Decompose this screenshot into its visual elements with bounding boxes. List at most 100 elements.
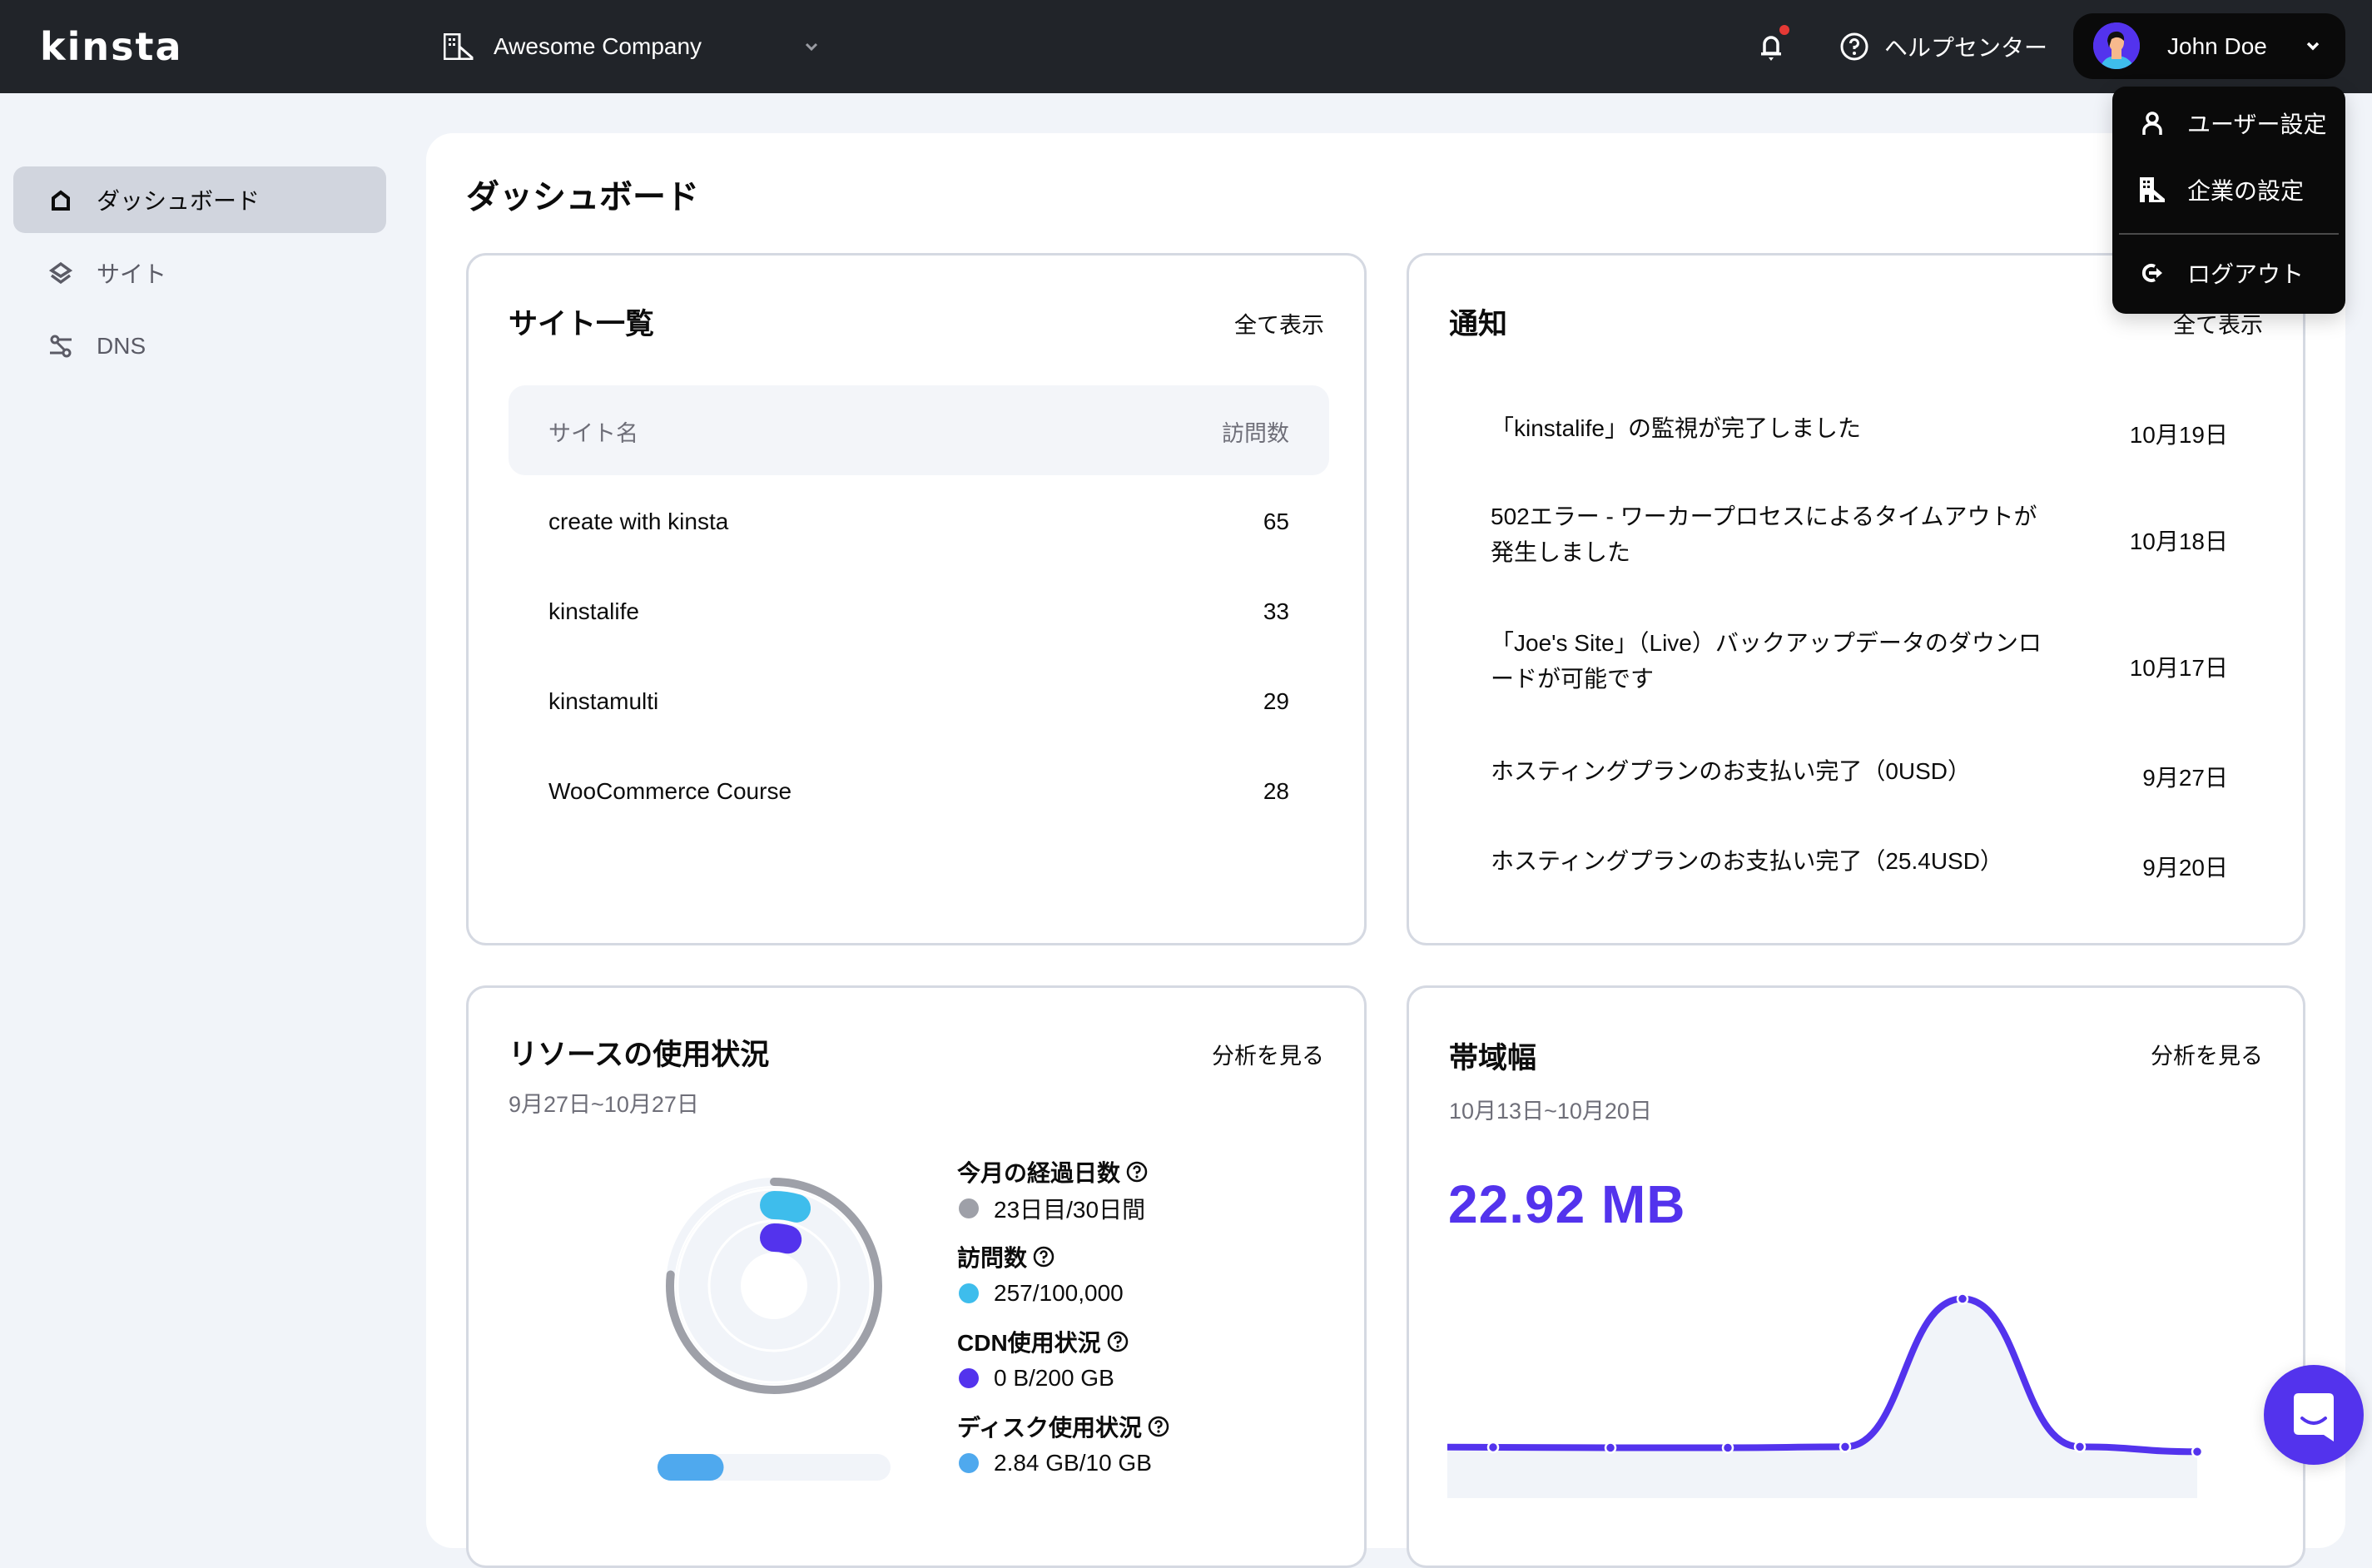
- view-bandwidth-analytics-link[interactable]: 分析を見る: [2151, 1038, 2263, 1070]
- site-visits: 33: [1263, 598, 1289, 624]
- bandwidth-point: [2073, 1441, 2087, 1453]
- notification-date: 9月27日: [2142, 765, 2228, 791]
- notification-date: 10月19日: [2129, 422, 2228, 448]
- sidebar-item-dns[interactable]: DNS: [13, 313, 386, 380]
- bandwidth-point: [2191, 1446, 2204, 1458]
- chat-icon: [2294, 1393, 2334, 1441]
- column-header-visits: 訪問数: [1222, 421, 1289, 446]
- user-dropdown-menu: ユーザー設定 企業の設定 ログアウト: [2112, 87, 2345, 314]
- building-icon: [2140, 177, 2165, 202]
- layers-icon: [48, 261, 73, 285]
- help-circle-icon[interactable]: [1032, 1245, 1055, 1268]
- notification-item[interactable]: ホスティングプランのお支払い完了（25.4USD） 9月20日: [1449, 843, 2270, 893]
- notification-text: 「Joe's Site」（Live）バックアップデータのダウンロードが可能です: [1491, 630, 2042, 692]
- bandwidth-period: 10月13日~10月20日: [1449, 1099, 1652, 1124]
- site-name: kinstalife: [548, 598, 639, 624]
- notification-text: 502エラー - ワーカープロセスによるタイムアウトが発生しました: [1491, 504, 2037, 565]
- bandwidth-card-title: 帯域幅: [1449, 1042, 1537, 1074]
- kinsta-logo[interactable]: kinsta: [40, 23, 183, 70]
- help-circle-icon[interactable]: [1125, 1160, 1149, 1183]
- notification-date: 10月17日: [2129, 655, 2228, 681]
- bandwidth-point: [1486, 1441, 1500, 1454]
- notification-item[interactable]: 502エラー - ワーカープロセスによるタイムアウトが発生しました 10月18日: [1449, 499, 2270, 573]
- notification-item[interactable]: 「kinstalife」の監視が完了しました 10月19日: [1449, 410, 2270, 460]
- legend-disk: ディスク使用状況 2.84 GB/10 GB: [957, 1410, 1170, 1481]
- notification-item[interactable]: ホスティングプランのお支払い完了（0USD） 9月27日: [1449, 753, 2270, 803]
- sidebar-item-dashboard[interactable]: ダッシュボード: [13, 166, 386, 233]
- help-circle-icon: [1840, 32, 1868, 61]
- site-name: kinstamulti: [548, 688, 659, 714]
- user-menu-button[interactable]: John Doe: [2073, 13, 2345, 79]
- disk-bar-fill: [658, 1454, 724, 1481]
- notification-date: 10月18日: [2129, 528, 2228, 554]
- chevron-down-icon: [805, 42, 818, 52]
- resource-usage-card: リソースの使用状況 分析を見る 9月27日~10月27日: [466, 985, 1367, 1568]
- notification-item[interactable]: 「Joe's Site」（Live）バックアップデータのダウンロードが可能です …: [1449, 625, 2270, 700]
- sidebar-item-sites[interactable]: サイト: [13, 240, 386, 306]
- site-visits: 29: [1263, 688, 1289, 714]
- help-center-label: ヘルプセンター: [1884, 35, 2048, 61]
- resource-card-title: リソースの使用状況: [509, 1039, 770, 1071]
- sites-table-header: サイト名 訪問数: [509, 385, 1329, 475]
- building-icon: [444, 33, 474, 60]
- menu-item-user-settings[interactable]: ユーザー設定: [2112, 98, 2345, 148]
- table-row[interactable]: kinstamulti 29: [509, 655, 1329, 745]
- bandwidth-total: 22.92 MB: [1448, 1174, 1686, 1234]
- notifications-card: 通知 全て表示 「kinstalife」の監視が完了しました 10月19日 50…: [1407, 253, 2305, 945]
- legend-cdn: CDN使用状況 0 B/200 GB: [957, 1325, 1170, 1397]
- menu-item-company-settings[interactable]: 企業の設定: [2112, 165, 2345, 215]
- usage-legend: 今月の経過日数 23日目/30日間 訪問数 257/100,000 CDN使用状…: [957, 1155, 1170, 1481]
- bandwidth-point: [1839, 1441, 1852, 1453]
- top-bar: kinsta Awesome Company ヘルプセンター John Doe: [0, 0, 2372, 93]
- legend-days: 今月の経過日数 23日目/30日間: [957, 1155, 1170, 1227]
- view-all-sites-link[interactable]: 全て表示: [1234, 307, 1324, 340]
- logout-icon: [2141, 264, 2162, 282]
- ring-center: [741, 1253, 807, 1319]
- home-icon: [52, 190, 70, 211]
- notification-text: 「kinstalife」の監視が完了しました: [1491, 415, 1861, 441]
- site-visits: 28: [1263, 778, 1289, 804]
- legend-dot-days: [959, 1198, 979, 1218]
- sites-card: サイト一覧 全て表示 サイト名 訪問数 create with kinsta 6…: [466, 253, 1367, 945]
- legend-dot-disk: [959, 1453, 979, 1473]
- site-visits: 65: [1263, 509, 1289, 534]
- notification-text: ホスティングプランのお支払い完了（0USD）: [1491, 758, 1972, 784]
- notifications-card-title: 通知: [1449, 308, 1508, 340]
- resource-period: 9月27日~10月27日: [509, 1092, 699, 1117]
- bandwidth-point: [1604, 1441, 1617, 1454]
- legend-dot-visits: [959, 1283, 979, 1303]
- menu-divider: [2119, 233, 2339, 235]
- menu-item-logout[interactable]: ログアウト: [2112, 248, 2345, 298]
- notification-date: 9月20日: [2142, 855, 2228, 881]
- help-circle-icon[interactable]: [1106, 1330, 1129, 1353]
- view-resource-analytics-link[interactable]: 分析を見る: [1212, 1038, 1324, 1070]
- sites-card-title: サイト一覧: [509, 308, 655, 340]
- avatar: [2093, 22, 2140, 69]
- page-title: ダッシュボード: [466, 179, 699, 216]
- legend-dot-cdn: [959, 1368, 979, 1388]
- bandwidth-point: [1956, 1293, 1969, 1305]
- site-name: create with kinsta: [548, 509, 729, 534]
- user-name: John Doe: [2167, 33, 2267, 59]
- bandwidth-chart: [1447, 1293, 2204, 1498]
- bandwidth-point: [1721, 1441, 1734, 1454]
- site-name: WooCommerce Course: [548, 778, 792, 804]
- legend-visits: 訪問数 257/100,000: [957, 1245, 1124, 1306]
- table-row[interactable]: WooCommerce Course 28: [509, 745, 1329, 835]
- table-row[interactable]: create with kinsta 65: [509, 475, 1329, 565]
- bell-icon[interactable]: [1756, 30, 1786, 63]
- help-circle-icon[interactable]: [1147, 1415, 1170, 1438]
- table-row[interactable]: kinstalife 33: [509, 565, 1329, 655]
- notification-text: ホスティングプランのお支払い完了（25.4USD）: [1491, 848, 2003, 874]
- company-switcher[interactable]: Awesome Company: [444, 23, 818, 70]
- dns-icon: [50, 335, 72, 358]
- column-header-site-name: サイト名: [548, 421, 638, 446]
- chevron-down-icon: [2306, 42, 2320, 51]
- user-icon: [2142, 112, 2162, 135]
- notification-badge: [1779, 25, 1789, 35]
- company-name: Awesome Company: [494, 33, 702, 59]
- bandwidth-area: [1447, 1298, 2197, 1498]
- help-center-link[interactable]: ヘルプセンター: [1839, 23, 2047, 70]
- usage-rings-chart: [658, 1178, 891, 1481]
- chat-widget-button[interactable]: [2264, 1365, 2364, 1465]
